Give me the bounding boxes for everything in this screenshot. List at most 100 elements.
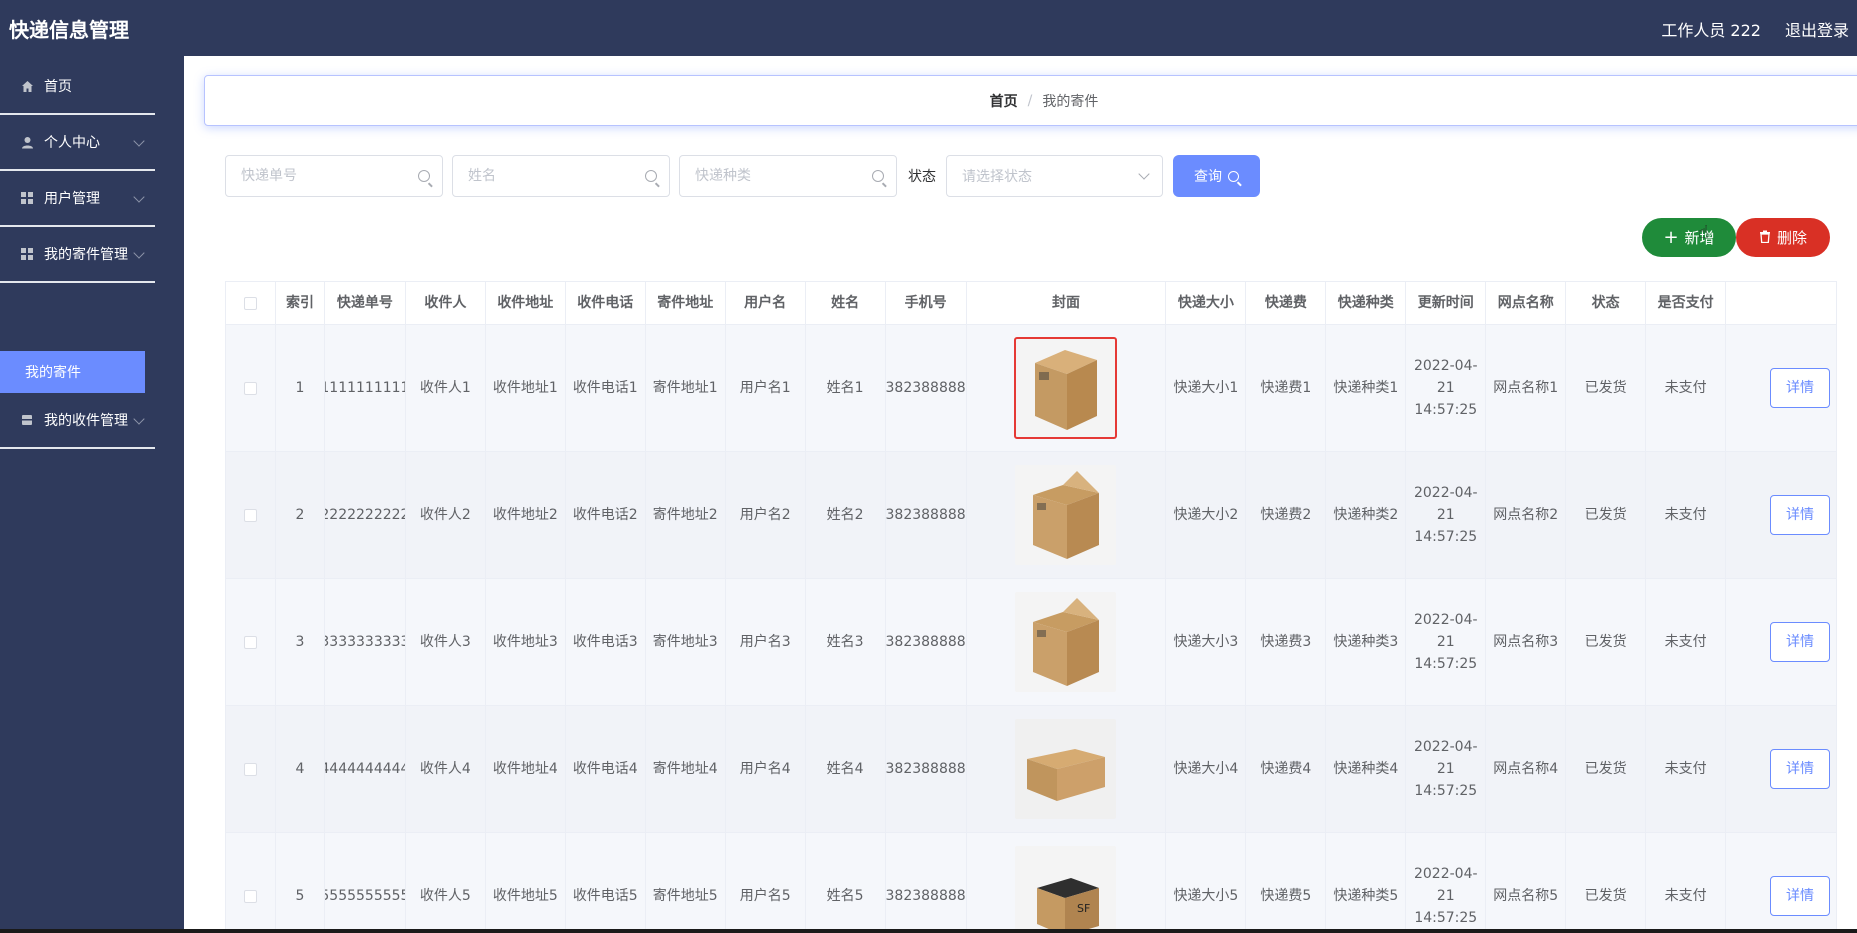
cell-updated: 2022-04-21 14:57:25 — [1406, 325, 1487, 451]
cell-username: 用户名4 — [726, 706, 806, 832]
cell-text: 快递大小3 — [1173, 634, 1239, 650]
status-select-placeholder: 请选择状态 — [962, 169, 1032, 185]
cell-outlet: 网点名称4 — [1486, 706, 1567, 832]
cell-text: 网点名称3 — [1493, 634, 1559, 650]
cover-image[interactable] — [1014, 337, 1118, 439]
cell-text: 13823888883 — [885, 634, 966, 650]
row-checkbox[interactable] — [243, 889, 257, 903]
cell-text: 姓名1 — [826, 380, 864, 396]
delete-button[interactable]: 删除 — [1736, 218, 1830, 257]
cell-tracking: 4444444444 — [325, 706, 406, 832]
sidebar-item-users[interactable]: 用户管理 — [0, 171, 155, 227]
search-bar: 状态 请选择状态 查询 — [225, 155, 1260, 197]
add-button[interactable]: + 新增 — [1642, 218, 1736, 257]
cell-mobile: 13823888882 — [886, 452, 967, 578]
home-icon — [20, 79, 34, 93]
cell-text: 用户名3 — [739, 634, 791, 650]
breadcrumb-home[interactable]: 首页 — [990, 91, 1018, 111]
cell-name: 姓名3 — [806, 579, 886, 705]
logout-link[interactable]: 退出登录 — [1785, 17, 1849, 41]
pointer-cursor-icon: ☝ — [1698, 222, 1709, 243]
cell-send_addr: 寄件地址3 — [646, 579, 726, 705]
cell-text: 2022-04-21 14:57:25 — [1413, 739, 1478, 799]
tracking-search-field — [225, 155, 443, 197]
cell-send_addr: 寄件地址4 — [646, 706, 726, 832]
cell-name: 姓名5 — [806, 833, 886, 929]
cell-phone: 收件电话4 — [566, 706, 646, 832]
cell-text: 收件电话5 — [572, 888, 638, 904]
cell-index: 2 — [276, 452, 325, 578]
cover-image[interactable] — [1015, 465, 1117, 565]
cell-text: 2022-04-21 14:57:25 — [1413, 485, 1478, 545]
cell-text: 已发货 — [1584, 507, 1627, 523]
row-actions-cell: 详情 — [1726, 833, 1838, 929]
status-select[interactable]: 请选择状态 — [946, 155, 1163, 197]
type-input[interactable] — [680, 156, 896, 196]
row-checkbox-cell — [226, 452, 276, 578]
sidebar-item-home[interactable]: 首页 — [0, 59, 155, 115]
detail-button[interactable]: 详情 — [1770, 495, 1831, 535]
cover-cell — [967, 706, 1167, 832]
detail-button[interactable]: 详情 — [1770, 368, 1831, 408]
row-checkbox[interactable] — [243, 381, 257, 395]
cell-outlet: 网点名称3 — [1486, 579, 1567, 705]
sidebar-item-profile[interactable]: 个人中心 — [0, 115, 155, 171]
cell-text: 13823888881 — [885, 380, 966, 396]
cell-kind: 快递种类3 — [1326, 579, 1407, 705]
sidebar-item-my-shipments[interactable]: 我的寄件管理 — [0, 227, 155, 283]
cell-username: 用户名5 — [726, 833, 806, 929]
cell-tracking: 3333333333 — [325, 579, 406, 705]
cell-status: 已发货 — [1566, 833, 1647, 929]
row-checkbox[interactable] — [243, 508, 257, 522]
cell-status: 已发货 — [1566, 325, 1647, 451]
query-button[interactable]: 查询 — [1173, 155, 1260, 197]
search-icon — [1228, 170, 1239, 182]
cover-image[interactable] — [1015, 592, 1117, 692]
sidebar-item-my-receipts[interactable]: 我的收件管理 — [0, 393, 155, 449]
cell-outlet: 网点名称2 — [1486, 452, 1567, 578]
cell-kind: 快递种类5 — [1326, 833, 1407, 929]
cell-updated: 2022-04-21 14:57:25 — [1406, 833, 1487, 929]
sidebar-subitem-my-shipments[interactable]: 我的寄件 — [0, 351, 145, 393]
cell-text: 收件人2 — [419, 507, 471, 523]
cell-username: 用户名1 — [726, 325, 806, 451]
chevron-down-icon — [133, 135, 145, 147]
cover-image[interactable]: SF — [1015, 846, 1117, 929]
row-checkbox[interactable] — [243, 635, 257, 649]
cell-size: 快递大小5 — [1166, 833, 1247, 929]
cell-text: 寄件地址3 — [652, 634, 718, 650]
cell-text: 快递费1 — [1260, 380, 1312, 396]
trash-icon — [1759, 229, 1771, 247]
row-checkbox-cell — [226, 325, 276, 451]
cell-tracking: 5555555555 — [325, 833, 406, 929]
cell-updated: 2022-04-21 14:57:25 — [1406, 706, 1487, 832]
row-checkbox-cell — [226, 833, 276, 929]
cell-updated: 2022-04-21 14:57:25 — [1406, 579, 1487, 705]
table-header: 索引 快递单号 收件人 收件地址 收件电话 寄件地址 用户名 姓名 手机号 封面… — [226, 281, 1838, 325]
select-all-checkbox[interactable] — [243, 296, 257, 310]
table-row: 11111111111收件人1收件地址1收件电话1寄件地址1用户名1姓名1138… — [226, 325, 1838, 452]
column-header: 手机号 — [886, 282, 967, 324]
status-label: 状态 — [908, 169, 936, 185]
detail-button[interactable]: 详情 — [1770, 749, 1831, 789]
cell-size: 快递大小4 — [1166, 706, 1247, 832]
cell-text: 未支付 — [1664, 380, 1707, 396]
cell-text: 收件地址4 — [492, 761, 558, 777]
chevron-down-icon — [133, 191, 145, 203]
name-input[interactable] — [453, 156, 669, 196]
column-header: 封面 — [967, 282, 1167, 324]
detail-button[interactable]: 详情 — [1770, 876, 1831, 916]
cell-text: 快递种类4 — [1333, 761, 1399, 777]
cell-recipient: 收件人4 — [406, 706, 486, 832]
detail-button[interactable]: 详情 — [1770, 622, 1831, 662]
row-checkbox[interactable] — [243, 762, 257, 776]
tracking-number-input[interactable] — [226, 156, 442, 196]
cell-text: 用户名2 — [739, 507, 791, 523]
cell-text: 网点名称4 — [1493, 761, 1559, 777]
cell-text: 已发货 — [1584, 761, 1627, 777]
column-header: 寄件地址 — [646, 282, 726, 324]
cell-text: 收件电话2 — [572, 507, 638, 523]
cell-mobile: 13823888885 — [886, 833, 967, 929]
cell-text: 已发货 — [1584, 380, 1627, 396]
cover-image[interactable] — [1015, 719, 1117, 819]
